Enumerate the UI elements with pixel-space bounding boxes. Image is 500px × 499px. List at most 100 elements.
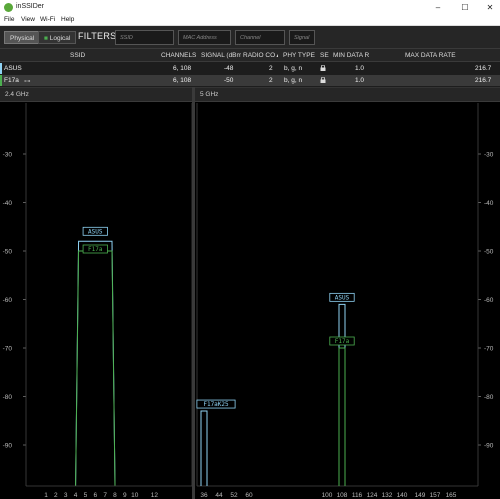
- col-radio-count[interactable]: RADIO CO▲: [243, 52, 278, 59]
- physical-view-button[interactable]: Physical: [4, 31, 41, 44]
- x-tick-label: 10: [131, 492, 139, 499]
- close-button[interactable]: ✕: [480, 1, 500, 14]
- x-tick-label: 3: [64, 492, 68, 499]
- x-tick-label: 157: [430, 492, 441, 499]
- logical-view-button[interactable]: ■ Logical: [38, 31, 77, 44]
- series-f17a-label: F17a: [88, 246, 103, 253]
- network-table: SSID CHANNELS SIGNAL (dBm) RADIO CO▲ PHY…: [0, 49, 500, 87]
- y-tick-label: -60: [484, 297, 494, 304]
- col-ssid[interactable]: SSID: [70, 52, 85, 59]
- x-tick-label: 60: [245, 492, 253, 499]
- mac-filter-input[interactable]: [178, 30, 231, 45]
- x-tick-label: 100: [322, 492, 333, 499]
- col-min-rate[interactable]: MIN DATA R: [333, 52, 370, 59]
- col-signal[interactable]: SIGNAL (dBm): [201, 52, 241, 59]
- network-color-swatch: [0, 75, 2, 86]
- y-tick-label: -80: [3, 394, 13, 401]
- x-tick-label: 12: [151, 492, 159, 499]
- row-channels: 6, 108: [173, 65, 192, 72]
- signal-filter-input[interactable]: [289, 30, 315, 45]
- chart-svg-5ghz: -30 -40 -50 -60 -70 -80 -90 36 44 52 60 100 108 116 12…: [196, 103, 494, 499]
- x-tick-label: 8: [113, 492, 117, 499]
- series-f17a-shape: [338, 347, 346, 486]
- chart-2-4ghz: 2.4 GHz -30 -40 -50 -60 -70 -80 -90 ASUS F17a 1 2 3…: [0, 87, 192, 499]
- menu-bar: File View Wi-Fi Help: [0, 15, 500, 26]
- maximize-button[interactable]: ☐: [455, 1, 475, 14]
- row-max-rate: 216.7: [475, 65, 492, 72]
- logical-view-label: Logical: [49, 35, 71, 42]
- x-tick-label: 124: [367, 492, 378, 499]
- y-tick-label: -90: [3, 443, 13, 450]
- y-tick-label: -70: [3, 346, 13, 353]
- x-tick-label: 108: [337, 492, 348, 499]
- table-row[interactable]: ASUS 6, 108 -48 2 b, g, n 1.0 216.7: [0, 63, 500, 74]
- lock-icon: [320, 77, 326, 83]
- ssid-filter-input[interactable]: [115, 30, 174, 45]
- series-asus-label: ASUS: [88, 228, 103, 235]
- series-f17ak25-shape: [200, 410, 208, 486]
- col-channels[interactable]: CHANNELS: [161, 52, 196, 59]
- window-title: inSSIDer: [16, 3, 45, 10]
- chart-svg-2-4ghz: -30-40-50-60-70-80-90ASUSF17a1 2 3 4 5 6 7 8 9 10…: [3, 103, 192, 499]
- series-f17ak25-label: F17aK25: [203, 401, 229, 408]
- col-security[interactable]: SE: [320, 52, 329, 59]
- row-min-rate: 1.0: [355, 77, 365, 84]
- row-signal: -48: [224, 65, 234, 72]
- x-tick-label: 149: [415, 492, 426, 499]
- app-logo-icon: [4, 3, 13, 12]
- row-channels: 6, 108: [173, 77, 192, 84]
- x-tick-label: 4: [74, 492, 78, 499]
- network-color-swatch: [0, 63, 2, 74]
- x-tick-label: 7: [103, 492, 107, 499]
- filters-label: FILTERS:: [78, 31, 120, 41]
- col-max-rate[interactable]: MAX DATA RATE: [405, 52, 456, 59]
- chart-5ghz: 5 GHz -30 -40 -50 -60 -70 -80 -90 36 44 52 60 100 10…: [195, 87, 500, 499]
- col-phy-type[interactable]: PHY TYPE: [283, 52, 315, 59]
- row-signal: -50: [224, 77, 234, 84]
- link-icon: ⊶: [24, 78, 31, 85]
- title-bar: inSSIDer – ☐ ✕: [0, 0, 500, 15]
- channel-filter-input[interactable]: [235, 30, 285, 45]
- y-tick-label: -50: [3, 249, 13, 256]
- series-asus-shape: [338, 303, 346, 486]
- row-max-rate: 216.7: [475, 77, 492, 84]
- menu-help[interactable]: Help: [61, 16, 74, 23]
- x-tick-label: 52: [230, 492, 238, 499]
- row-radio-count: 2: [269, 77, 273, 84]
- y-tick-label: -30: [3, 152, 13, 159]
- x-tick-label: 132: [382, 492, 393, 499]
- row-radio-count: 2: [269, 65, 273, 72]
- filter-bar: Physical ■ Logical FILTERS:: [0, 26, 500, 49]
- series-f17a-label: F17a: [335, 338, 350, 345]
- y-tick-label: -30: [484, 152, 494, 159]
- series-f17a-shape: [75, 250, 116, 487]
- row-ssid: F17a: [4, 77, 19, 84]
- lock-icon: [320, 65, 326, 71]
- y-tick-label: -50: [484, 249, 494, 256]
- x-tick-label: 6: [93, 492, 97, 499]
- series-asus-shape: [75, 240, 116, 487]
- x-tick-label: 2: [54, 492, 58, 499]
- menu-view[interactable]: View: [21, 16, 35, 23]
- y-tick-label: -80: [484, 394, 494, 401]
- x-tick-label: 44: [215, 492, 223, 499]
- y-tick-label: -70: [484, 346, 494, 353]
- x-tick-label: 9: [123, 492, 127, 499]
- x-tick-label: 165: [446, 492, 457, 499]
- minimize-button[interactable]: –: [428, 1, 448, 14]
- row-phy-type: b, g, n: [284, 77, 303, 84]
- menu-wifi[interactable]: Wi-Fi: [40, 16, 55, 23]
- y-tick-label: -90: [484, 443, 494, 450]
- row-ssid: ASUS: [4, 65, 22, 72]
- row-phy-type: b, g, n: [284, 65, 303, 72]
- series-asus-label: ASUS: [335, 294, 350, 301]
- x-tick-label: 36: [200, 492, 208, 499]
- y-tick-label: -40: [3, 200, 13, 207]
- x-tick-label: 140: [397, 492, 408, 499]
- y-tick-label: -60: [3, 297, 13, 304]
- table-row[interactable]: F17a ⊶ 6, 108 -50 2 b, g, n 1.0 216.7: [0, 75, 500, 86]
- x-tick-label: 116: [352, 492, 363, 499]
- x-tick-label: 1: [44, 492, 48, 499]
- row-min-rate: 1.0: [355, 65, 365, 72]
- menu-file[interactable]: File: [4, 16, 14, 23]
